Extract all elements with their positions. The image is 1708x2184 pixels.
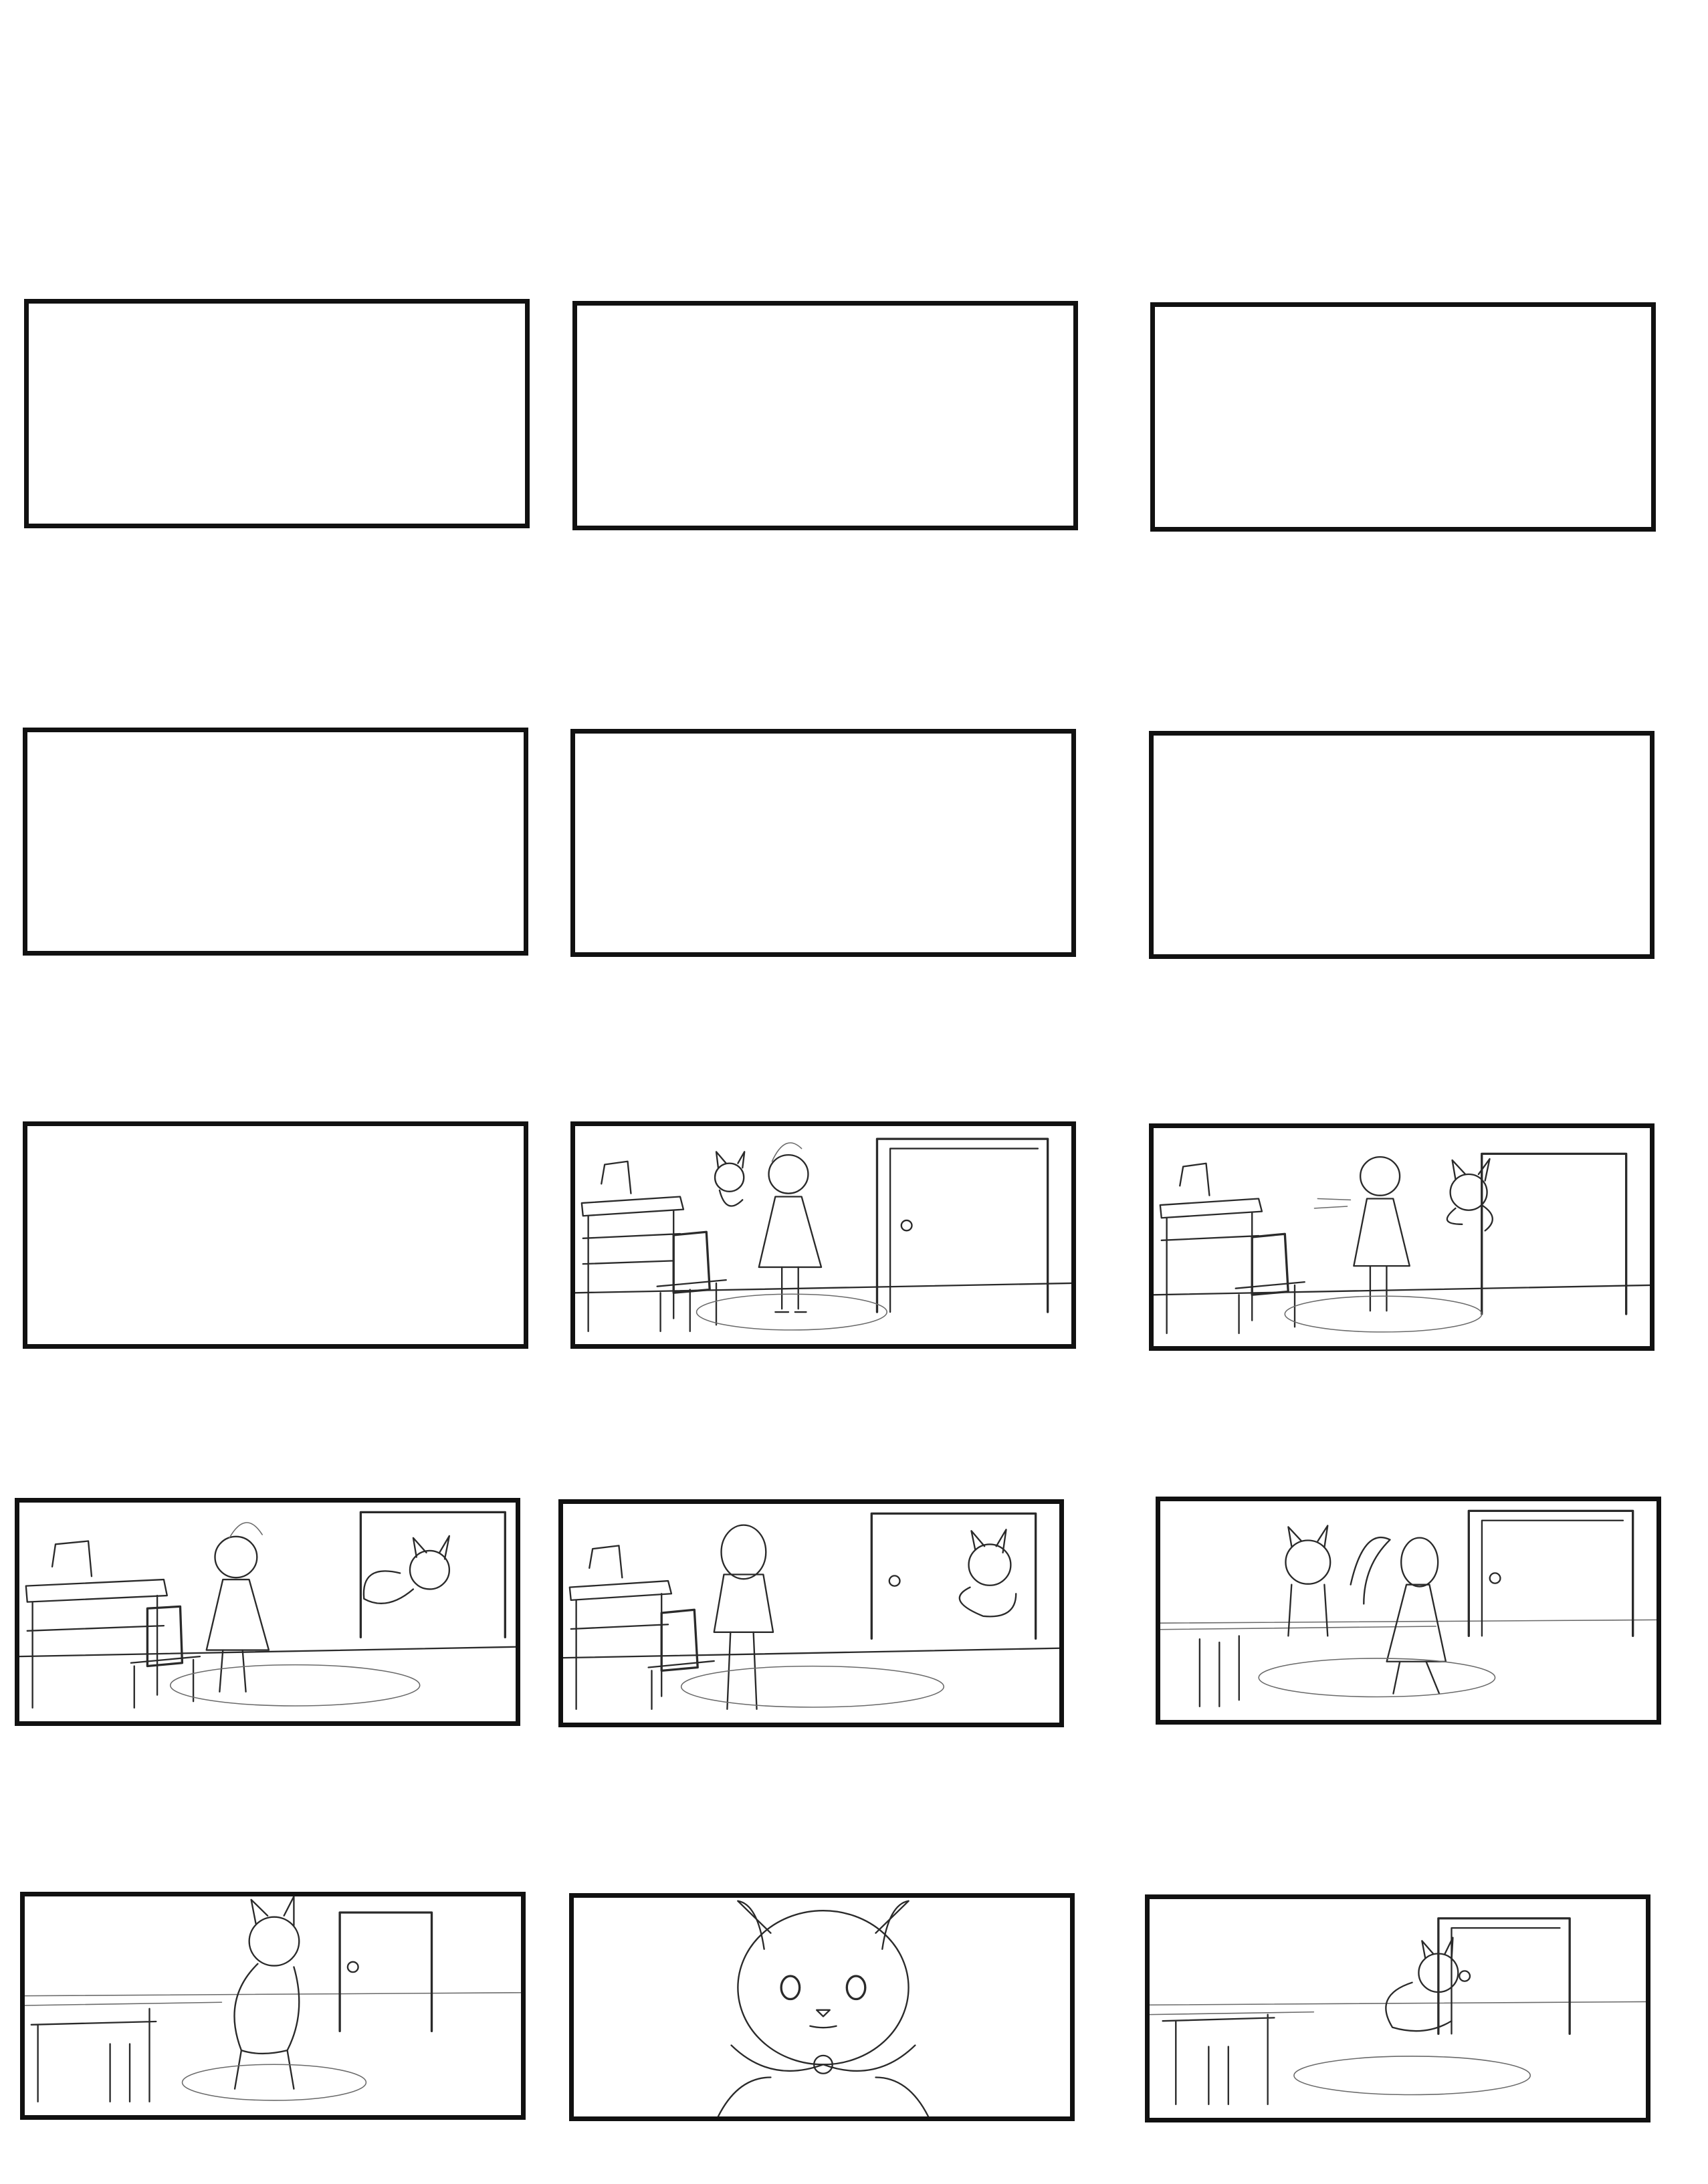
storyboard-panel-10 xyxy=(15,1498,520,1726)
storyboard-panel-13 xyxy=(20,1892,526,2120)
storyboard-panel-1 xyxy=(24,299,530,528)
sketch-cat-exits-through-door xyxy=(1150,1917,1646,2106)
storyboard-panel-14 xyxy=(569,1893,1075,2121)
storyboard-panel-15 xyxy=(1145,1894,1650,2122)
storyboard-panel-9 xyxy=(1149,1123,1654,1351)
sketch-cat-walks-toward-door xyxy=(25,1896,521,2103)
storyboard-panel-5 xyxy=(570,729,1076,957)
sketch-girl-turns-to-cat xyxy=(19,1511,516,1709)
storyboard-panel-7 xyxy=(23,1121,528,1349)
storyboard-panel-11 xyxy=(558,1499,1064,1727)
storyboard-panel-2 xyxy=(572,301,1078,530)
sketch-girl-faces-away xyxy=(563,1512,1059,1711)
sketch-girl-and-cat-walk-to-door xyxy=(1160,1509,1657,1708)
sketch-cat-flies-toward-girl xyxy=(1154,1152,1650,1334)
storyboard-panel-4 xyxy=(23,728,528,956)
storyboard-panel-6 xyxy=(1149,731,1654,959)
sketch-cat-closeup xyxy=(717,1900,930,2116)
sketch-girl-and-cat-in-room xyxy=(575,1137,1071,1332)
storyboard-panel-8 xyxy=(570,1121,1076,1349)
storyboard-panel-12 xyxy=(1156,1497,1661,1725)
storyboard-panel-3 xyxy=(1150,302,1656,532)
